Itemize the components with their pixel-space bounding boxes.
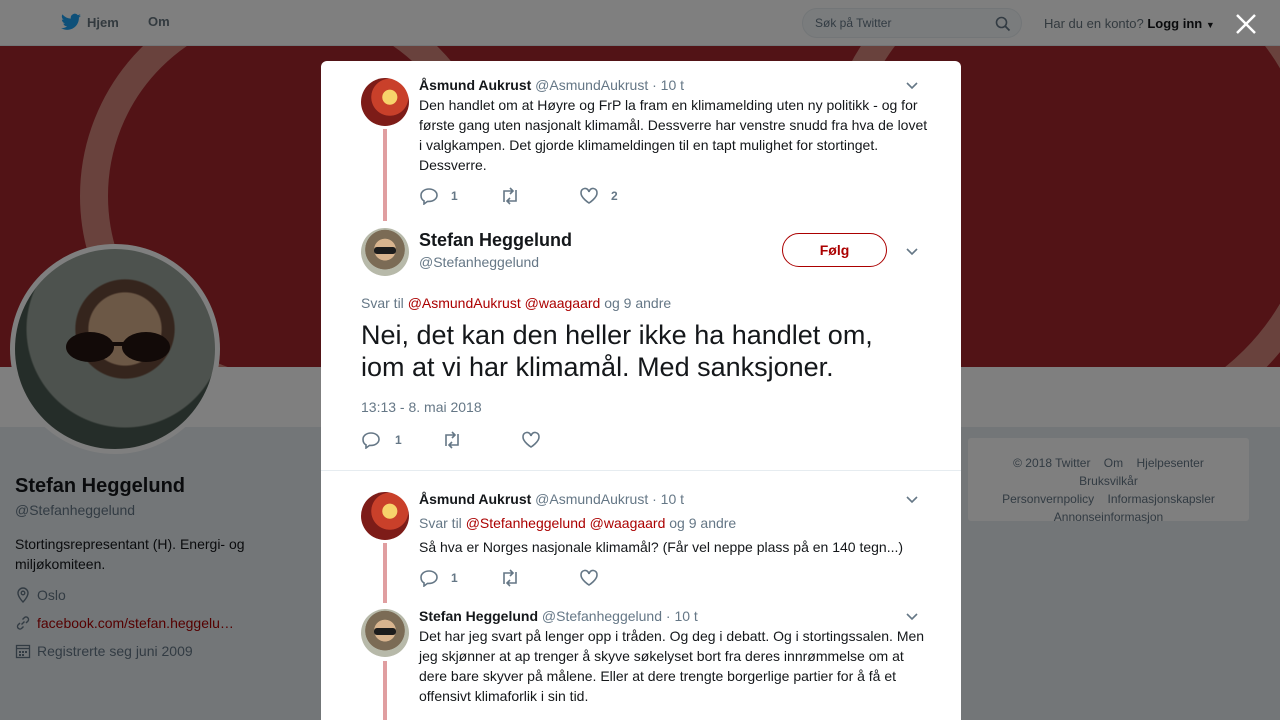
follow-button[interactable]: Følg	[782, 233, 887, 267]
heart-icon	[580, 187, 598, 204]
like-count: 2	[611, 189, 618, 203]
mention-link[interactable]: @waagaard	[590, 515, 666, 531]
reply-prefix: Svar til	[361, 295, 404, 311]
tweet-header: Åsmund Aukrust @AsmundAukrust · 10 t	[419, 491, 684, 507]
reply-button[interactable]: 1	[361, 431, 441, 449]
retweet-button[interactable]	[499, 569, 579, 587]
reply-count: 1	[451, 571, 458, 585]
tweet-actions: 1	[419, 569, 659, 587]
retweet-icon	[445, 431, 459, 449]
tweet-timestamp[interactable]: 13:13 - 8. mai 2018	[361, 399, 482, 415]
thread-line	[383, 661, 387, 720]
tweet-time[interactable]: · 10 t	[652, 77, 684, 93]
author-handle[interactable]: @AsmundAukrust	[535, 491, 648, 507]
chevron-down-icon[interactable]	[905, 244, 919, 258]
author-name[interactable]: Stefan Heggelund	[419, 230, 572, 251]
tweet-header: Åsmund Aukrust @AsmundAukrust · 10 t	[419, 77, 684, 93]
divider	[321, 470, 961, 471]
avatar[interactable]	[361, 78, 409, 126]
retweet-button[interactable]	[499, 187, 579, 205]
close-icon[interactable]	[1234, 12, 1258, 36]
main-tweet-text: Nei, det kan den heller ikke ha handlet …	[361, 320, 873, 382]
author-handle[interactable]: @Stefanheggelund	[419, 254, 539, 270]
avatar[interactable]	[361, 492, 409, 540]
author-handle[interactable]: @AsmundAukrust	[535, 77, 648, 93]
retweet-button[interactable]	[441, 431, 521, 449]
reply-context: Svar til @Stefanheggelund @waagaard og 9…	[419, 515, 736, 531]
retweet-icon	[503, 569, 517, 587]
like-button[interactable]	[521, 431, 601, 449]
avatar[interactable]	[361, 609, 409, 657]
reply-suffix[interactable]: og 9 andre	[604, 295, 671, 311]
author-name[interactable]: Åsmund Aukrust	[419, 491, 531, 507]
chevron-down-icon[interactable]	[905, 78, 919, 92]
tweet-time[interactable]: · 10 t	[652, 491, 684, 507]
author-name[interactable]: Åsmund Aukrust	[419, 77, 531, 93]
tweet-text: Den handlet om at Høyre og FrP la fram e…	[419, 97, 928, 173]
mention-link[interactable]: @waagaard	[525, 295, 601, 311]
reply-prefix: Svar til	[419, 515, 462, 531]
reply-button[interactable]: 1	[419, 569, 499, 587]
like-button[interactable]	[579, 569, 659, 587]
mention-link[interactable]: @AsmundAukrust	[408, 295, 521, 311]
thread-line	[383, 543, 387, 603]
chevron-down-icon[interactable]	[905, 609, 919, 623]
tweet-header: Stefan Heggelund @Stefanheggelund · 10 t	[419, 608, 698, 624]
tweet-text: Så hva er Norges nasjonale klimamål? (Få…	[419, 539, 904, 555]
mention-link[interactable]: @Stefanheggelund	[466, 515, 586, 531]
reply-count: 1	[395, 433, 402, 447]
tweet-time[interactable]: · 10 t	[666, 608, 698, 624]
tweet-permalink-modal: Åsmund Aukrust @AsmundAukrust · 10 t Den…	[321, 61, 961, 720]
author-handle[interactable]: @Stefanheggelund	[542, 608, 662, 624]
reply-icon	[420, 188, 438, 205]
author-name[interactable]: Stefan Heggelund	[419, 608, 538, 624]
reply-suffix[interactable]: og 9 andre	[669, 515, 736, 531]
tweet-actions: 1	[361, 431, 601, 449]
reply-icon	[420, 570, 438, 587]
avatar[interactable]	[361, 228, 409, 276]
chevron-down-icon[interactable]	[905, 492, 919, 506]
reply-icon	[362, 432, 380, 449]
tweet-actions: 1 2	[419, 187, 659, 205]
heart-icon	[580, 569, 598, 586]
heart-icon	[522, 431, 540, 448]
thread-line	[383, 129, 387, 221]
reply-count: 1	[451, 189, 458, 203]
tweet-text: Det har jeg svart på lenger opp i tråden…	[419, 628, 925, 704]
retweet-icon	[503, 187, 517, 205]
like-button[interactable]: 2	[579, 187, 659, 205]
reply-button[interactable]: 1	[419, 187, 499, 205]
reply-context: Svar til @AsmundAukrust @waagaard og 9 a…	[361, 295, 671, 311]
